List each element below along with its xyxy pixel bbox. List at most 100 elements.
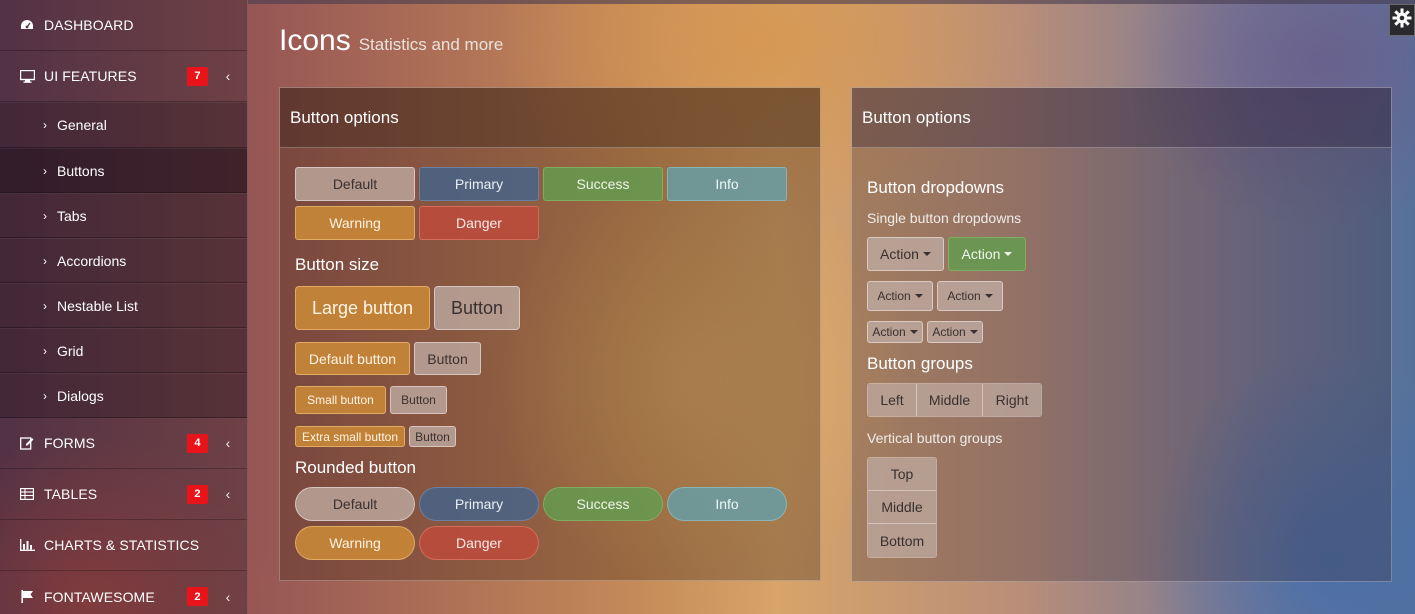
danger-button[interactable]: Danger	[419, 206, 539, 240]
chevron-left-icon: ‹	[225, 68, 231, 84]
action-small-dropdown-button[interactable]: Action	[867, 281, 933, 311]
single-dropdowns-subheading: Single button dropdowns	[867, 210, 1022, 226]
table-icon	[19, 487, 35, 501]
page-subtitle: Statistics and more	[358, 35, 504, 54]
settings-button[interactable]	[1389, 4, 1415, 36]
nav-dashboard-label: DASHBOARD	[44, 17, 134, 33]
nav-fontawesome[interactable]: FONTAWESOME 2 ‹	[0, 571, 247, 614]
chevron-right-icon: ›	[43, 388, 47, 403]
sidebar-item-label: Accordions	[57, 252, 127, 269]
bar-chart-icon	[19, 538, 35, 552]
sidebar: DASHBOARD UI FEATURES 7 ‹ › General › Butt…	[0, 0, 248, 614]
nav-forms-label: FORMS	[44, 435, 96, 451]
default-size-plain-button[interactable]: Button	[414, 342, 481, 375]
group-right-button[interactable]: Right	[983, 384, 1041, 416]
flag-icon	[19, 590, 35, 604]
sidebar-item-general[interactable]: › General	[0, 102, 247, 148]
chevron-right-icon: ›	[43, 298, 47, 313]
sidebar-item-accordions[interactable]: › Accordions	[0, 238, 247, 283]
chevron-right-icon: ›	[43, 253, 47, 268]
chevron-left-icon: ‹	[225, 486, 231, 502]
edit-icon	[19, 436, 35, 450]
success-button[interactable]: Success	[543, 167, 663, 201]
action-label: Action	[961, 246, 1001, 262]
nav-forms[interactable]: FORMS 4 ‹	[0, 418, 247, 469]
rounded-success-button[interactable]: Success	[543, 487, 663, 521]
rounded-default-button[interactable]: Default	[295, 487, 415, 521]
desktop-icon	[19, 69, 35, 83]
rounded-warning-button[interactable]: Warning	[295, 526, 415, 560]
sidebar-item-label: Buttons	[57, 162, 105, 179]
chevron-left-icon: ‹	[225, 588, 231, 605]
caret-down-icon	[914, 294, 923, 298]
nav-charts-label: CHARTS & STATISTICS	[44, 537, 200, 553]
chevron-right-icon: ›	[43, 118, 47, 132]
top-border	[248, 0, 1415, 4]
action-small-dropdown-button[interactable]: Action	[937, 281, 1003, 311]
chevron-right-icon: ›	[43, 343, 47, 358]
large-plain-button[interactable]: Button	[434, 286, 520, 330]
caret-down-icon	[922, 252, 931, 256]
panel-title: Button options	[852, 88, 1391, 148]
ui-features-badge: 7	[187, 66, 208, 86]
group-middle-button[interactable]: Middle	[917, 384, 983, 416]
sidebar-item-label: Grid	[57, 342, 84, 359]
tables-badge: 2	[187, 484, 208, 504]
sidebar-item-label: Nestable List	[57, 297, 138, 314]
warning-button[interactable]: Warning	[295, 206, 415, 240]
action-xsmall-dropdown-button[interactable]: Action	[867, 321, 923, 343]
nav-fontawesome-label: FONTAWESOME	[44, 588, 155, 605]
gear-icon	[1392, 8, 1412, 33]
nav-tables-label: TABLES	[44, 486, 98, 502]
small-button[interactable]: Small button	[295, 386, 386, 414]
sidebar-item-tabs[interactable]: › Tabs	[0, 193, 247, 238]
forms-badge: 4	[187, 433, 208, 453]
default-size-button[interactable]: Default button	[295, 342, 410, 375]
button-options-panel: Button options Default Primary Success I…	[279, 87, 821, 581]
extra-small-button[interactable]: Extra small button	[295, 426, 405, 447]
large-button[interactable]: Large button	[295, 286, 430, 330]
sidebar-item-grid[interactable]: › Grid	[0, 328, 247, 373]
nav-charts[interactable]: CHARTS & STATISTICS	[0, 520, 247, 571]
primary-button[interactable]: Primary	[419, 167, 539, 201]
chevron-left-icon: ‹	[225, 435, 231, 451]
action-dropdown-button[interactable]: Action	[867, 237, 944, 271]
extra-small-plain-button[interactable]: Button	[409, 426, 456, 447]
sidebar-item-dialogs[interactable]: › Dialogs	[0, 373, 247, 418]
action-xsmall-dropdown-button[interactable]: Action	[927, 321, 983, 343]
caret-down-icon	[984, 294, 993, 298]
sidebar-item-nestable-list[interactable]: › Nestable List	[0, 283, 247, 328]
nav-tables[interactable]: TABLES 2 ‹	[0, 469, 247, 520]
ui-features-submenu: › General › Buttons › Tabs › Accordions › Nes…	[0, 102, 247, 418]
action-label: Action	[877, 289, 911, 303]
rounded-info-button[interactable]: Info	[667, 487, 787, 521]
vgroup-top-button[interactable]: Top	[868, 458, 936, 491]
action-success-dropdown-button[interactable]: Action	[948, 237, 1026, 271]
rounded-danger-button[interactable]: Danger	[419, 526, 539, 560]
vertical-button-group: Top Middle Bottom	[867, 457, 937, 558]
vgroup-bottom-button[interactable]: Bottom	[868, 524, 936, 557]
group-left-button[interactable]: Left	[868, 384, 917, 416]
default-button[interactable]: Default	[295, 167, 415, 201]
button-groups-heading: Button groups	[867, 354, 973, 373]
panel-title: Button options	[280, 88, 820, 148]
info-button[interactable]: Info	[667, 167, 787, 201]
action-label: Action	[872, 325, 906, 339]
page-header: Icons Statistics and more	[279, 24, 503, 58]
small-plain-button[interactable]: Button	[390, 386, 447, 414]
vertical-groups-heading: Vertical button groups	[867, 430, 1003, 446]
sidebar-item-label: Dialogs	[57, 387, 104, 404]
rounded-primary-button[interactable]: Primary	[419, 487, 539, 521]
sidebar-item-buttons[interactable]: › Buttons	[0, 148, 247, 193]
action-label: Action	[932, 325, 966, 339]
button-dropdowns-heading: Button dropdowns	[867, 178, 1005, 197]
page-title: Icons	[279, 24, 351, 57]
vgroup-middle-button[interactable]: Middle	[868, 491, 936, 524]
caret-down-icon	[969, 330, 978, 334]
chevron-right-icon: ›	[43, 208, 47, 223]
nav-dashboard[interactable]: DASHBOARD	[0, 0, 247, 51]
nav-ui-features[interactable]: UI FEATURES 7 ‹	[0, 51, 247, 102]
dashboard-icon	[19, 18, 35, 32]
sidebar-item-label: General	[57, 117, 107, 133]
rounded-button-heading: Rounded button	[295, 458, 416, 477]
